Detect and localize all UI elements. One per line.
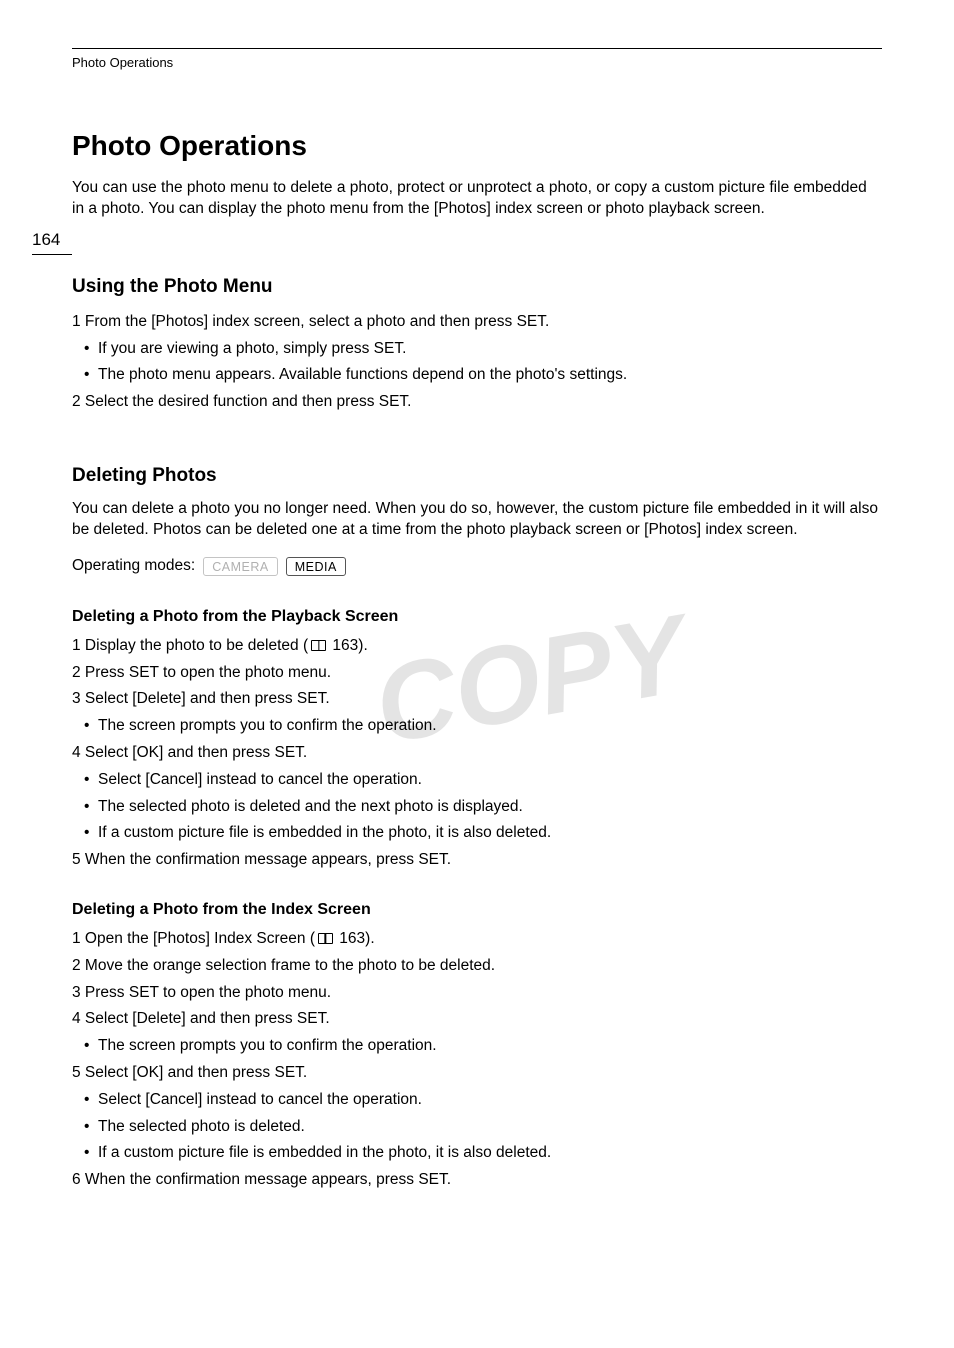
bullet: The selected photo is deleted and the ne… bbox=[72, 795, 882, 820]
step: 5 When the confirmation message appears,… bbox=[72, 848, 882, 873]
intro-paragraph: You can use the photo menu to delete a p… bbox=[72, 178, 882, 220]
step: 5 Select [OK] and then press SET. bbox=[72, 1061, 882, 1086]
chapter-header: Photo Operations bbox=[72, 55, 882, 70]
step: 1 Open the [Photos] Index Screen ( 163). bbox=[72, 927, 882, 952]
step: 1 Display the photo to be deleted ( 163)… bbox=[72, 634, 882, 659]
operating-modes-row: Operating modes: CAMERA MEDIA bbox=[72, 557, 882, 576]
bullet: If a custom picture file is embedded in … bbox=[72, 1141, 882, 1166]
step-text: 163). bbox=[328, 637, 368, 654]
step: 3 Press SET to open the photo menu. bbox=[72, 981, 882, 1006]
deleting-intro: You can delete a photo you no longer nee… bbox=[72, 499, 882, 541]
manual-ref-icon bbox=[318, 933, 333, 944]
step-text: 1 Open the [Photos] Index Screen ( bbox=[72, 930, 315, 947]
step-text: 1 Display the photo to be deleted ( bbox=[72, 637, 308, 654]
step: 1 From the [Photos] index screen, select… bbox=[72, 310, 882, 335]
manual-ref-icon bbox=[311, 640, 326, 651]
bullet: The screen prompts you to confirm the op… bbox=[72, 1034, 882, 1059]
heading-deleting-photos: Deleting Photos bbox=[72, 465, 882, 487]
step: 3 Select [Delete] and then press SET. bbox=[72, 687, 882, 712]
step: 2 Select the desired function and then p… bbox=[72, 390, 882, 415]
step: 4 Select [OK] and then press SET. bbox=[72, 741, 882, 766]
step: 6 When the confirmation message appears,… bbox=[72, 1168, 882, 1193]
mode-chip-media: MEDIA bbox=[286, 557, 346, 576]
page-number: 164 bbox=[32, 230, 72, 255]
step: 4 Select [Delete] and then press SET. bbox=[72, 1007, 882, 1032]
bullet: Select [Cancel] instead to cancel the op… bbox=[72, 1088, 882, 1113]
heading-using-photo-menu: Using the Photo Menu bbox=[72, 276, 882, 298]
step: 2 Press SET to open the photo menu. bbox=[72, 661, 882, 686]
bullet: If you are viewing a photo, simply press… bbox=[72, 337, 882, 362]
step: 2 Move the orange selection frame to the… bbox=[72, 954, 882, 979]
bullet: If a custom picture file is embedded in … bbox=[72, 821, 882, 846]
bullet: The photo menu appears. Available functi… bbox=[72, 363, 882, 388]
step-text: 163). bbox=[335, 930, 375, 947]
heading-delete-index: Deleting a Photo from the Index Screen bbox=[72, 901, 882, 919]
top-rule bbox=[72, 48, 882, 49]
operating-modes-label: Operating modes: bbox=[72, 557, 195, 575]
mode-chip-camera: CAMERA bbox=[203, 557, 277, 576]
bullet: Select [Cancel] instead to cancel the op… bbox=[72, 768, 882, 793]
heading-delete-playback: Deleting a Photo from the Playback Scree… bbox=[72, 608, 882, 626]
page-title: Photo Operations bbox=[72, 130, 882, 162]
bullet: The selected photo is deleted. bbox=[72, 1115, 882, 1140]
bullet: The screen prompts you to confirm the op… bbox=[72, 714, 882, 739]
